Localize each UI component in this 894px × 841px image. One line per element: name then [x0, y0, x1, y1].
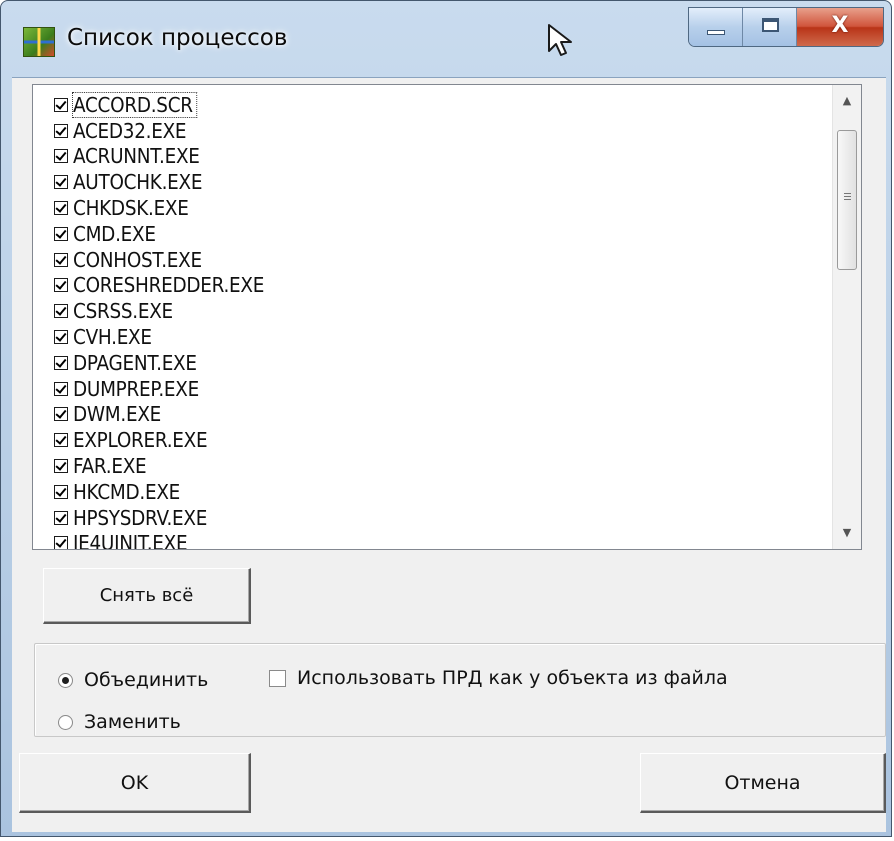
uncheck-all-button[interactable]: Снять всё	[43, 568, 251, 624]
process-list-item[interactable]: DWM.EXE	[33, 402, 851, 428]
merge-radio-option[interactable]: Объединить	[58, 669, 208, 691]
process-checkbox[interactable]	[54, 459, 68, 474]
process-list-item[interactable]: CSRSS.EXE	[33, 298, 851, 324]
mouse-pointer-icon	[548, 24, 572, 56]
process-list-item[interactable]: EXPLORER.EXE	[33, 427, 851, 453]
process-checkbox[interactable]	[54, 381, 68, 396]
scroll-up-arrow-icon[interactable]: ▲	[833, 89, 861, 113]
process-name: HKCMD.EXE	[73, 479, 181, 504]
process-list-item[interactable]: AUTOCHK.EXE	[33, 169, 851, 195]
process-checkbox[interactable]	[54, 226, 68, 241]
process-list-item[interactable]: CVH.EXE	[33, 324, 851, 350]
replace-label: Заменить	[84, 711, 181, 733]
process-checkbox[interactable]	[54, 175, 68, 190]
process-list-item[interactable]: CMD.EXE	[33, 221, 851, 247]
caption-buttons: X	[688, 7, 884, 47]
minimize-icon	[707, 30, 725, 35]
scroll-down-arrow-icon[interactable]: ▼	[833, 521, 861, 545]
process-name: ACCORD.SCR	[72, 91, 198, 118]
process-checkbox[interactable]	[54, 123, 68, 138]
process-checklist[interactable]: ACCORD.SCR ACED32.EXE ACRUNNT.EXE AUTOCHK.E…	[32, 84, 862, 550]
replace-radio[interactable]	[58, 714, 73, 730]
use-file-prd-label: Использовать ПРД как у объекта из файла	[297, 667, 728, 689]
process-list-item[interactable]: CORESHREDDER.EXE	[33, 273, 851, 299]
mode-options-group: Объединить Использовать ПРД как у объект…	[34, 643, 886, 737]
process-name: ACRUNNT.EXE	[73, 144, 200, 169]
process-list-item[interactable]: ACRUNNT.EXE	[33, 144, 851, 170]
process-list-item[interactable]: IE4UINIT.EXE	[33, 531, 851, 550]
process-checkbox[interactable]	[54, 536, 68, 549]
process-checkbox[interactable]	[54, 97, 68, 112]
process-name: DPAGENT.EXE	[73, 350, 197, 375]
process-name: AUTOCHK.EXE	[73, 170, 203, 195]
process-name: CSRSS.EXE	[73, 299, 173, 324]
process-name: CMD.EXE	[73, 221, 156, 246]
use-file-prd-option[interactable]: Использовать ПРД как у объекта из файла	[269, 667, 728, 689]
process-checkbox[interactable]	[54, 278, 68, 293]
process-name: CVH.EXE	[73, 325, 152, 350]
grip-icon	[844, 193, 851, 202]
process-list-item[interactable]: DPAGENT.EXE	[33, 350, 851, 376]
process-name: FAR.EXE	[73, 454, 147, 479]
vertical-scrollbar[interactable]: ▲ ▼	[832, 85, 861, 549]
process-checkbox[interactable]	[54, 149, 68, 164]
app-icon	[23, 27, 55, 57]
close-button[interactable]: X	[797, 8, 883, 46]
process-checkbox[interactable]	[54, 355, 68, 370]
process-name: HPSYSDRV.EXE	[73, 505, 208, 530]
process-checkbox[interactable]	[54, 484, 68, 499]
process-list-item[interactable]: HPSYSDRV.EXE	[33, 505, 851, 531]
process-name: CHKDSK.EXE	[73, 196, 189, 221]
process-checkbox[interactable]	[54, 252, 68, 267]
maximize-button[interactable]	[743, 8, 797, 46]
process-checkbox[interactable]	[54, 304, 68, 319]
process-checkbox[interactable]	[54, 433, 68, 448]
scrollbar-thumb[interactable]	[837, 130, 857, 270]
process-name: CONHOST.EXE	[73, 247, 202, 272]
use-file-prd-checkbox[interactable]	[269, 669, 286, 687]
close-icon: X	[831, 13, 849, 38]
process-name: ACED32.EXE	[73, 118, 187, 143]
maximize-icon	[762, 18, 779, 32]
process-name: DWM.EXE	[73, 402, 162, 427]
process-name: CORESHREDDER.EXE	[73, 273, 265, 298]
merge-radio[interactable]	[58, 672, 73, 688]
process-list-item[interactable]: ACCORD.SCR	[33, 91, 851, 118]
process-name: IE4UINIT.EXE	[73, 531, 188, 550]
replace-radio-option[interactable]: Заменить	[58, 711, 181, 733]
process-name: DUMPREP.EXE	[73, 376, 199, 401]
process-list-item[interactable]: DUMPREP.EXE	[33, 376, 851, 402]
process-checkbox[interactable]	[54, 330, 68, 345]
process-name: EXPLORER.EXE	[73, 428, 208, 453]
process-list-item[interactable]: CONHOST.EXE	[33, 247, 851, 273]
window-title: Список процессов	[67, 25, 288, 51]
process-list-item[interactable]: FAR.EXE	[33, 453, 851, 479]
process-rows: ACCORD.SCR ACED32.EXE ACRUNNT.EXE AUTOCHK.E…	[33, 91, 851, 550]
process-checkbox[interactable]	[54, 407, 68, 422]
merge-label: Объединить	[84, 669, 209, 691]
cancel-button[interactable]: Отмена	[640, 753, 886, 813]
process-list-item[interactable]: HKCMD.EXE	[33, 479, 851, 505]
ok-button[interactable]: OK	[19, 753, 251, 813]
minimize-button[interactable]	[689, 8, 743, 46]
process-checkbox[interactable]	[54, 201, 68, 216]
process-list-item[interactable]: ACED32.EXE	[33, 118, 851, 144]
title-bar[interactable]: Список процессов X	[1, 1, 891, 77]
process-list-item[interactable]: CHKDSK.EXE	[33, 195, 851, 221]
process-checkbox[interactable]	[54, 510, 68, 525]
